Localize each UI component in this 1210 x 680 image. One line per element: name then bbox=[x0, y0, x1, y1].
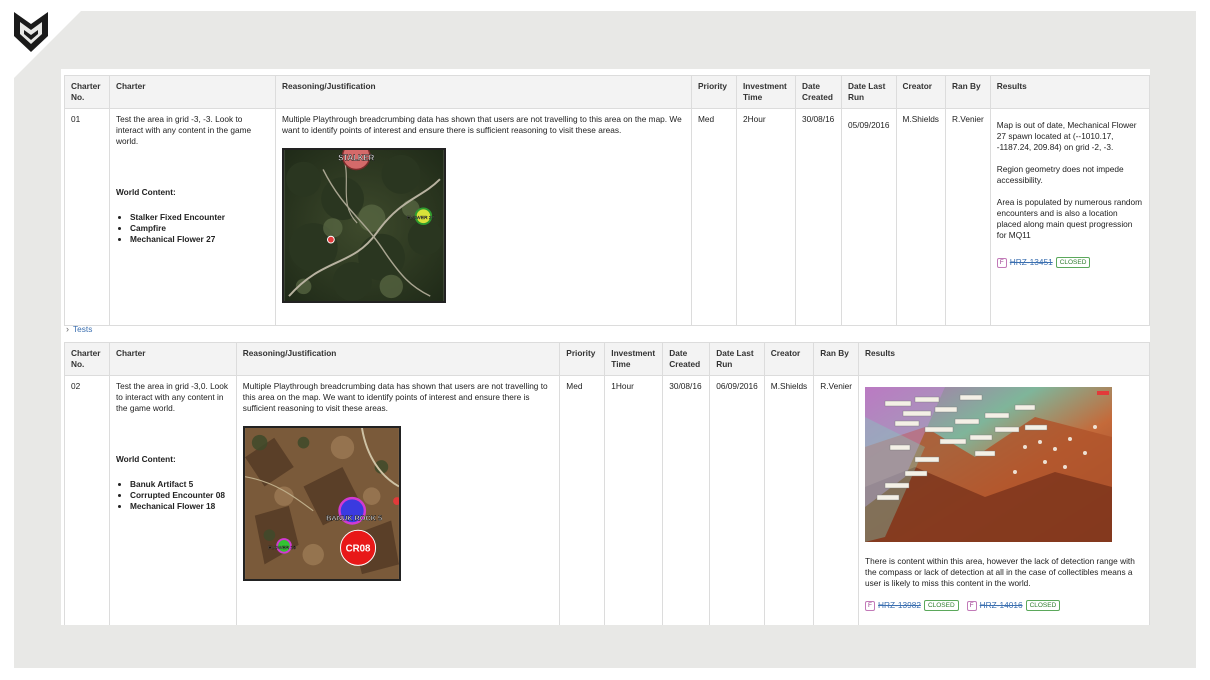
status-badge: CLOSED bbox=[923, 600, 959, 611]
charter-cell: Test the area in grid -3, -3. Look to in… bbox=[109, 108, 276, 326]
header-charter: Charter bbox=[109, 75, 276, 109]
ticket-list: F HRZ-13451 CLOSED bbox=[996, 257, 1143, 268]
status-badge: CLOSED bbox=[1025, 600, 1061, 611]
table-row: 02 Test the area in grid -3,0. Look to i… bbox=[64, 375, 1150, 625]
header-creator: Creator bbox=[763, 342, 815, 376]
investment-time-cell: 1Hour bbox=[604, 375, 664, 625]
result-paragraph: Area is populated by numerous random enc… bbox=[996, 197, 1143, 240]
reasoning-cell: Multiple Playthrough breadcrumbing data … bbox=[235, 375, 561, 625]
jira-ticket-link[interactable]: F HRZ-14016 CLOSED bbox=[966, 600, 1061, 611]
map-image-grid-3-3[interactable]: STALKER FLOWER 27 bbox=[282, 148, 446, 303]
creator-cell: M.Shields bbox=[763, 375, 815, 625]
results-cell: There is content within this area, howev… bbox=[858, 375, 1150, 625]
header-charter-no: Charter No. bbox=[64, 342, 110, 376]
issue-type-icon: F bbox=[865, 600, 876, 611]
ticket-id[interactable]: HRZ-13451 bbox=[1010, 257, 1053, 268]
date-last-run-text: 05/09/2016 bbox=[848, 120, 890, 130]
jira-ticket-link[interactable]: F HRZ-13451 CLOSED bbox=[996, 257, 1091, 268]
confluence-page-panel: Charter No. Charter Reasoning/Justificat… bbox=[61, 69, 1150, 625]
header-investment-time: Investment Time bbox=[604, 342, 664, 376]
world-content-title: World Content: bbox=[115, 454, 176, 464]
reasoning-cell: Multiple Playthrough breadcrumbing data … bbox=[275, 108, 692, 326]
table-header-row: Charter No. Charter Reasoning/Justificat… bbox=[64, 342, 1150, 376]
header-results: Results bbox=[858, 342, 1150, 376]
charter-no-cell: 01 bbox=[64, 108, 110, 326]
ticket-id[interactable]: HRZ-14016 bbox=[980, 600, 1023, 611]
header-results: Results bbox=[989, 75, 1150, 109]
creator-cell: M.Shields bbox=[895, 108, 946, 326]
brand-logo-icon bbox=[14, 12, 48, 52]
charter-table-1: Charter No. Charter Reasoning/Justificat… bbox=[64, 75, 1150, 326]
list-item: Campfire bbox=[130, 223, 269, 234]
world-content-list: Banuk Artifact 5 Corrupted Encounter 08 … bbox=[116, 479, 230, 512]
charter-text: Test the area in grid -3,0. Look to inte… bbox=[115, 381, 229, 413]
header-charter-no: Charter No. bbox=[64, 75, 110, 109]
priority-cell: Med bbox=[559, 375, 606, 625]
world-content-title: World Content: bbox=[116, 187, 176, 197]
ticket-list: F HRZ-13982 CLOSED F HRZ-14016 CLOSED bbox=[865, 600, 1143, 611]
chevron-right-icon: › bbox=[66, 324, 69, 334]
ticket-id[interactable]: HRZ-13982 bbox=[878, 600, 921, 611]
map-label-left: FLOWER 18 bbox=[268, 545, 296, 551]
map-label-right: FLOWER 27 bbox=[407, 215, 435, 221]
date-created-cell: 30/08/16 bbox=[662, 375, 711, 625]
results-screenshot-image[interactable] bbox=[865, 387, 1113, 542]
header-investment-time: Investment Time bbox=[736, 75, 796, 109]
charter-no-cell: 02 bbox=[64, 375, 110, 625]
tests-link-label[interactable]: Tests bbox=[73, 324, 92, 334]
table-header-row: Charter No. Charter Reasoning/Justificat… bbox=[64, 75, 1150, 109]
header-date-created: Date Created bbox=[662, 342, 711, 376]
header-charter: Charter bbox=[108, 342, 237, 376]
list-item: Mechanical Flower 18 bbox=[130, 501, 230, 512]
result-paragraph: Region geometry does not impede accessib… bbox=[996, 164, 1124, 185]
issue-type-icon: F bbox=[966, 600, 977, 611]
ran-by-cell: R.Venier bbox=[813, 375, 860, 625]
header-creator: Creator bbox=[895, 75, 946, 109]
header-date-created: Date Created bbox=[795, 75, 842, 109]
header-date-last-run: Date Last Run bbox=[709, 342, 765, 376]
reasoning-text: Multiple Playthrough breadcrumbing data … bbox=[242, 381, 548, 413]
investment-time-cell: 2Hour bbox=[736, 108, 796, 326]
map-badge-label: CR08 bbox=[345, 544, 370, 555]
header-priority: Priority bbox=[559, 342, 606, 376]
priority-cell: Med bbox=[691, 108, 737, 326]
header-priority: Priority bbox=[691, 75, 737, 109]
table-row: 01 Test the area in grid -3, -3. Look to… bbox=[64, 108, 1150, 326]
ran-by-cell: R.Venier bbox=[944, 108, 991, 326]
charter-text: Test the area in grid -3, -3. Look to in… bbox=[116, 114, 252, 146]
tests-expand-link[interactable]: › Tests bbox=[66, 324, 92, 334]
result-paragraph: There is content within this area, howev… bbox=[865, 556, 1135, 588]
issue-type-icon: F bbox=[996, 257, 1007, 268]
jira-ticket-link[interactable]: F HRZ-13982 CLOSED bbox=[865, 600, 959, 611]
map-label-top: STALKER bbox=[338, 154, 375, 163]
list-item: Mechanical Flower 27 bbox=[130, 234, 269, 245]
list-item: Banuk Artifact 5 bbox=[130, 479, 230, 490]
result-paragraph: Map is out of date, Mechanical Flower 27… bbox=[996, 120, 1137, 152]
header-reasoning: Reasoning/Justification bbox=[275, 75, 692, 109]
list-item: Corrupted Encounter 08 bbox=[130, 490, 230, 501]
header-date-last-run: Date Last Run bbox=[841, 75, 897, 109]
results-cell: Map is out of date, Mechanical Flower 27… bbox=[989, 108, 1150, 326]
world-content-list: Stalker Fixed Encounter Campfire Mechani… bbox=[116, 212, 269, 245]
charter-table-2: Charter No. Charter Reasoning/Justificat… bbox=[64, 342, 1150, 625]
charter-cell: Test the area in grid -3,0. Look to inte… bbox=[108, 375, 237, 625]
status-badge: CLOSED bbox=[1055, 257, 1091, 268]
reasoning-text: Multiple Playthrough breadcrumbing data … bbox=[282, 114, 682, 135]
header-ran-by: Ran By bbox=[944, 75, 991, 109]
header-ran-by: Ran By bbox=[813, 342, 860, 376]
list-item: Stalker Fixed Encounter bbox=[130, 212, 269, 223]
date-last-run-cell: 06/09/2016 bbox=[709, 375, 765, 625]
map-image-grid-3-0[interactable]: BANUK ROCK 5 CR08 FLOWER 18 bbox=[242, 426, 401, 581]
header-reasoning: Reasoning/Justification bbox=[235, 342, 561, 376]
date-created-cell: 30/08/16 bbox=[795, 108, 842, 326]
map-label-center: BANUK ROCK 5 bbox=[326, 514, 382, 523]
date-last-run-cell: 05/09/2016 bbox=[841, 108, 897, 326]
